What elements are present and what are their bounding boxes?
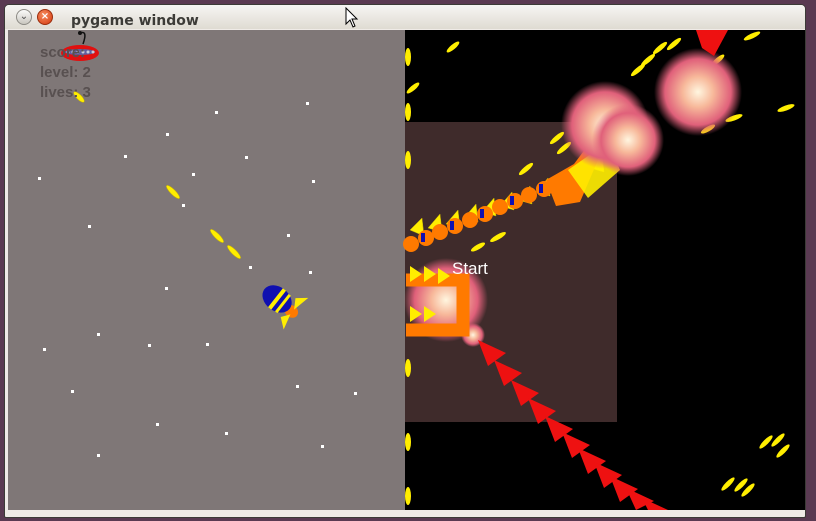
minimize-icon: ⌄ [19,11,29,22]
star [165,287,168,290]
snake-segment [521,187,537,203]
bullet [776,444,790,458]
enemy-arrow [478,340,506,366]
bullet [405,103,411,121]
star [38,177,41,180]
bullet [405,433,411,451]
star [321,445,324,448]
star [206,343,209,346]
star [287,234,290,237]
bullet [666,37,682,51]
game-scene [38,30,795,510]
bullet [446,41,460,53]
snake-segment [462,212,478,228]
star [156,423,159,426]
star [124,155,127,158]
star [354,392,357,395]
snake-segment [447,218,463,234]
snake-segment [477,206,493,222]
star [312,180,315,183]
star [245,156,248,159]
enemy-arrow [494,360,522,386]
close-icon: × [40,11,50,22]
bullet [405,487,411,505]
star [182,204,185,207]
bullet [490,232,506,242]
snake-segment [432,224,448,240]
bullet [518,162,534,176]
star-field [38,102,357,457]
star [166,133,169,136]
minimize-button[interactable]: ⌄ [16,9,32,25]
start-menu-label[interactable]: Start [452,259,488,279]
star [225,432,228,435]
star [215,111,218,114]
bullet [210,229,224,243]
bullet [405,359,411,377]
pointer-cursor-icon [345,7,359,28]
bullet [166,185,180,199]
window-title: pygame window [71,13,199,29]
bullet [721,477,735,491]
star [296,385,299,388]
bullet [406,82,420,94]
star [148,344,151,347]
star [97,454,100,457]
hud-lives: lives: 3 [40,84,91,101]
star [192,173,195,176]
hud-score: score: [40,44,86,61]
star [88,225,91,228]
star [71,390,74,393]
close-button[interactable]: × [37,9,53,25]
snake-segment [418,230,434,246]
title-bar[interactable]: ⌄ × pygame window [5,5,805,29]
snake-segment [507,193,523,209]
star [43,348,46,351]
player-rocket-icon [262,285,309,330]
bullet [470,242,486,252]
bullet [777,104,795,112]
bullet [743,31,761,41]
bullet [405,151,411,169]
star [306,102,309,105]
snake-segment [492,199,508,215]
hud-level: level: 2 [40,64,91,81]
bullet [771,433,785,447]
star [97,333,100,336]
star [309,271,312,274]
bullet [227,245,241,259]
bullet [759,435,773,449]
snake-segment [403,236,419,252]
star [249,266,252,269]
bullet [405,48,411,66]
bullet [640,53,656,67]
bullet [652,41,668,55]
game-canvas[interactable]: score: level: 2 lives: 3 Start [8,30,805,510]
left-bullets [73,91,241,259]
